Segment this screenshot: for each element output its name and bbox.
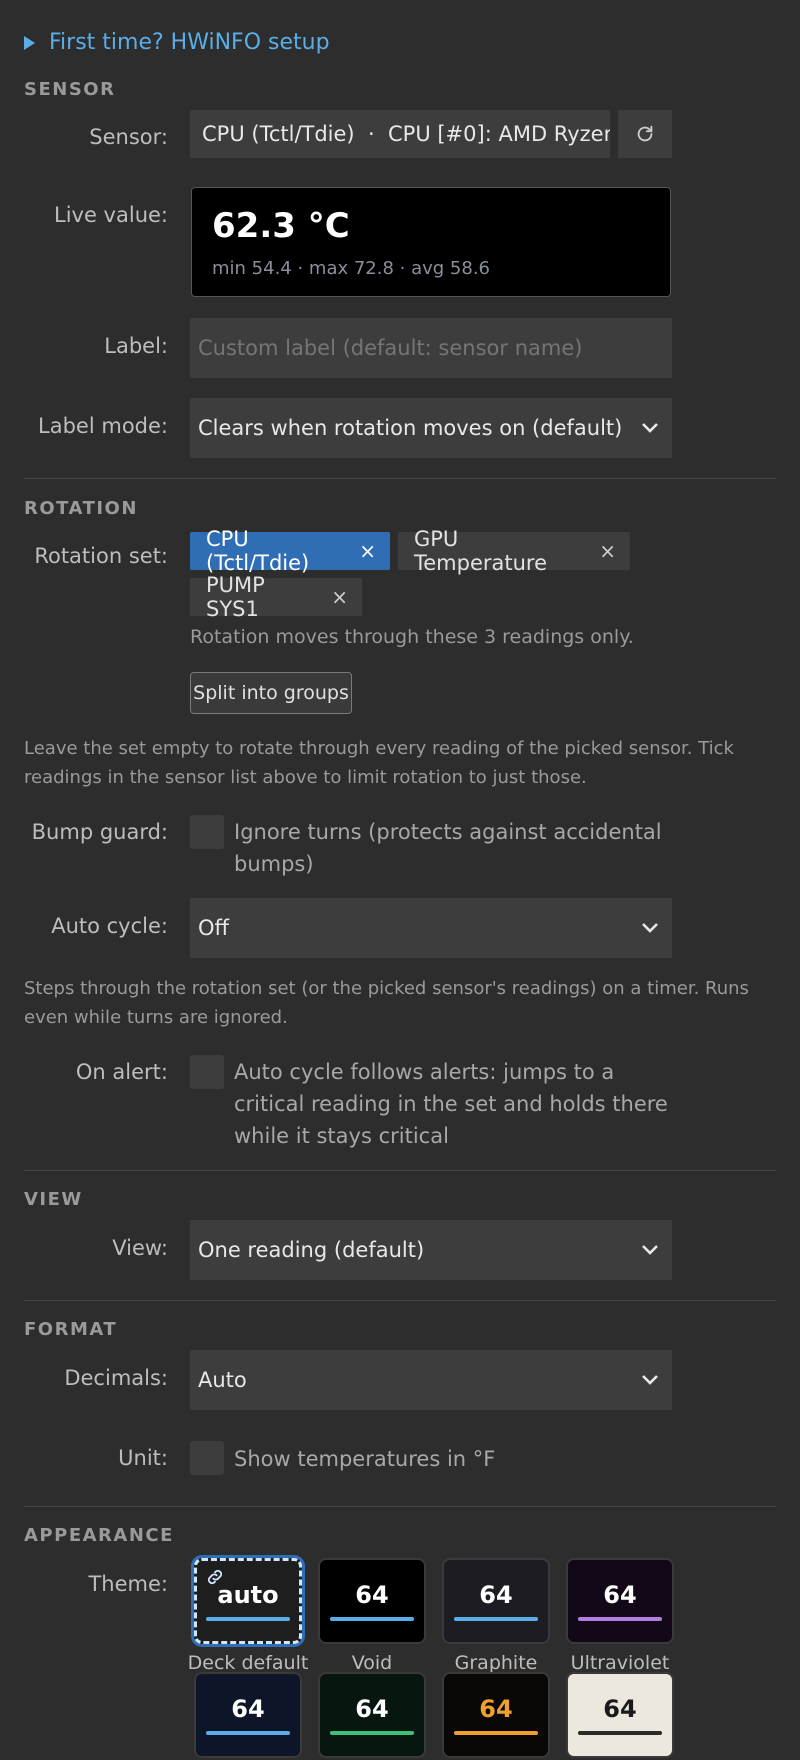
on-alert-label: On alert: (75, 1060, 168, 1084)
close-icon[interactable]: × (359, 539, 376, 563)
bump-guard-label: Bump guard: (31, 820, 168, 844)
view-select[interactable]: One reading (default) (190, 1220, 672, 1280)
theme-swatch[interactable]: 64 (318, 1558, 426, 1644)
theme-swatch-bar (206, 1617, 290, 1621)
theme-swatch-label: Ultraviolet (570, 1652, 670, 1674)
chip-label: GPU Temperature (414, 527, 548, 575)
theme-swatch-bar (206, 1731, 290, 1735)
label-mode-value: Clears when rotation moves on (default) (198, 416, 623, 440)
refresh-button[interactable] (618, 110, 672, 158)
close-icon[interactable]: × (331, 585, 348, 609)
live-value-label: Live value: (54, 203, 168, 227)
section-title-view: VIEW (24, 1189, 83, 1210)
theme-swatch-bar (578, 1617, 662, 1621)
chevron-down-icon (636, 914, 664, 942)
section-title-appearance: APPEARANCE (24, 1525, 174, 1546)
chevron-down-icon (636, 1366, 664, 1394)
theme-swatch-bar (330, 1731, 414, 1735)
unit-text: Show temperatures in °F (234, 1447, 496, 1471)
theme-swatch-label: Void (351, 1652, 393, 1674)
rotation-chip-cpu[interactable]: CPU (Tctl/Tdie) × (190, 527, 390, 575)
unit-checkbox[interactable] (190, 1441, 224, 1475)
divider (24, 478, 776, 479)
sensor-label: Sensor: (89, 125, 168, 149)
theme-swatch-bar (330, 1617, 414, 1621)
live-value: 62.3 °C (212, 206, 350, 246)
on-alert-checkbox[interactable] (190, 1055, 224, 1089)
label-input[interactable] (190, 318, 672, 378)
refresh-icon (637, 125, 653, 142)
theme-swatch-value: 64 (479, 1695, 513, 1723)
decimals-value: Auto (198, 1368, 247, 1392)
theme-swatch-value: 64 (355, 1695, 389, 1723)
section-title-sensor: SENSOR (24, 79, 116, 100)
view-value: One reading (default) (198, 1238, 425, 1262)
theme-swatch[interactable]: auto (194, 1558, 302, 1644)
section-title-rotation: ROTATION (24, 498, 138, 519)
theme-swatch-bar (454, 1617, 538, 1621)
triangle-right-icon (24, 35, 35, 50)
bump-guard-checkbox[interactable] (190, 815, 224, 849)
chevron-down-icon (636, 414, 664, 442)
rotation-empty-note: Leave the set empty to rotate through ev… (24, 738, 734, 788)
close-icon[interactable]: × (599, 539, 616, 563)
label-label: Label: (104, 334, 168, 358)
section-title-format: FORMAT (24, 1319, 118, 1340)
theme-swatch[interactable]: 64 (566, 1672, 674, 1758)
theme-swatch-bar (578, 1731, 662, 1735)
theme-swatch[interactable]: 64 (442, 1672, 550, 1758)
auto-cycle-note: Steps through the rotation set (or the p… (24, 978, 749, 1028)
link-icon (207, 1569, 223, 1585)
theme-swatch[interactable]: 64 (442, 1558, 550, 1644)
setup-disclosure[interactable]: First time? HWiNFO setup (24, 30, 330, 55)
divider (24, 1506, 776, 1507)
chip-label: CPU (Tctl/Tdie) (206, 527, 310, 575)
sensor-value: CPU (Tctl/Tdie) · CPU [#0]: AMD Ryzen (202, 122, 610, 146)
divider (24, 1300, 776, 1301)
auto-cycle-select[interactable]: Off (190, 898, 672, 958)
unit-label: Unit: (118, 1446, 168, 1470)
theme-swatch-value: auto (217, 1581, 279, 1609)
on-alert-text: Auto cycle follows alerts: jumps to a cr… (234, 1060, 668, 1148)
auto-cycle-label: Auto cycle: (51, 914, 168, 938)
theme-swatch-value: 64 (231, 1695, 265, 1723)
rotation-chip-pump[interactable]: PUMP SYS1 × (190, 573, 362, 621)
chip-label: PUMP SYS1 (206, 573, 265, 621)
chevron-down-icon (636, 1236, 664, 1264)
theme-swatch-value: 64 (603, 1695, 637, 1723)
theme-swatch-value: 64 (355, 1581, 389, 1609)
auto-cycle-value: Off (198, 916, 229, 940)
theme-swatch-label: Deck default (187, 1652, 309, 1674)
rotation-chip-gpu[interactable]: GPU Temperature × (398, 527, 630, 575)
split-groups-button[interactable]: Split into groups (190, 672, 352, 714)
label-mode-label: Label mode: (38, 414, 168, 438)
view-label: View: (112, 1236, 168, 1260)
live-value-panel: 62.3 °C min 54.4 · max 72.8 · avg 58.6 (191, 187, 671, 297)
divider (24, 1170, 776, 1171)
theme-swatch[interactable]: 64 (566, 1558, 674, 1644)
rotation-set-label: Rotation set: (34, 544, 168, 568)
theme-swatch-value: 64 (603, 1581, 637, 1609)
live-stats: min 54.4 · max 72.8 · avg 58.6 (212, 258, 490, 279)
theme-label: Theme: (88, 1572, 168, 1596)
theme-swatch-label: Graphite (454, 1652, 538, 1674)
decimals-select[interactable]: Auto (190, 1350, 672, 1410)
decimals-label: Decimals: (64, 1366, 168, 1390)
sensor-select[interactable]: CPU (Tctl/Tdie) · CPU [#0]: AMD Ryzen (190, 110, 610, 158)
theme-swatch-value: 64 (479, 1581, 513, 1609)
theme-swatch-bar (454, 1731, 538, 1735)
theme-swatch[interactable]: 64 (194, 1672, 302, 1758)
bump-guard-text: Ignore turns (protects against accidenta… (234, 820, 662, 876)
label-mode-select[interactable]: Clears when rotation moves on (default) (190, 398, 672, 458)
setup-label: First time? HWiNFO setup (49, 30, 330, 55)
rotation-set-note: Rotation moves through these 3 readings … (190, 626, 634, 648)
theme-swatch[interactable]: 64 (318, 1672, 426, 1758)
